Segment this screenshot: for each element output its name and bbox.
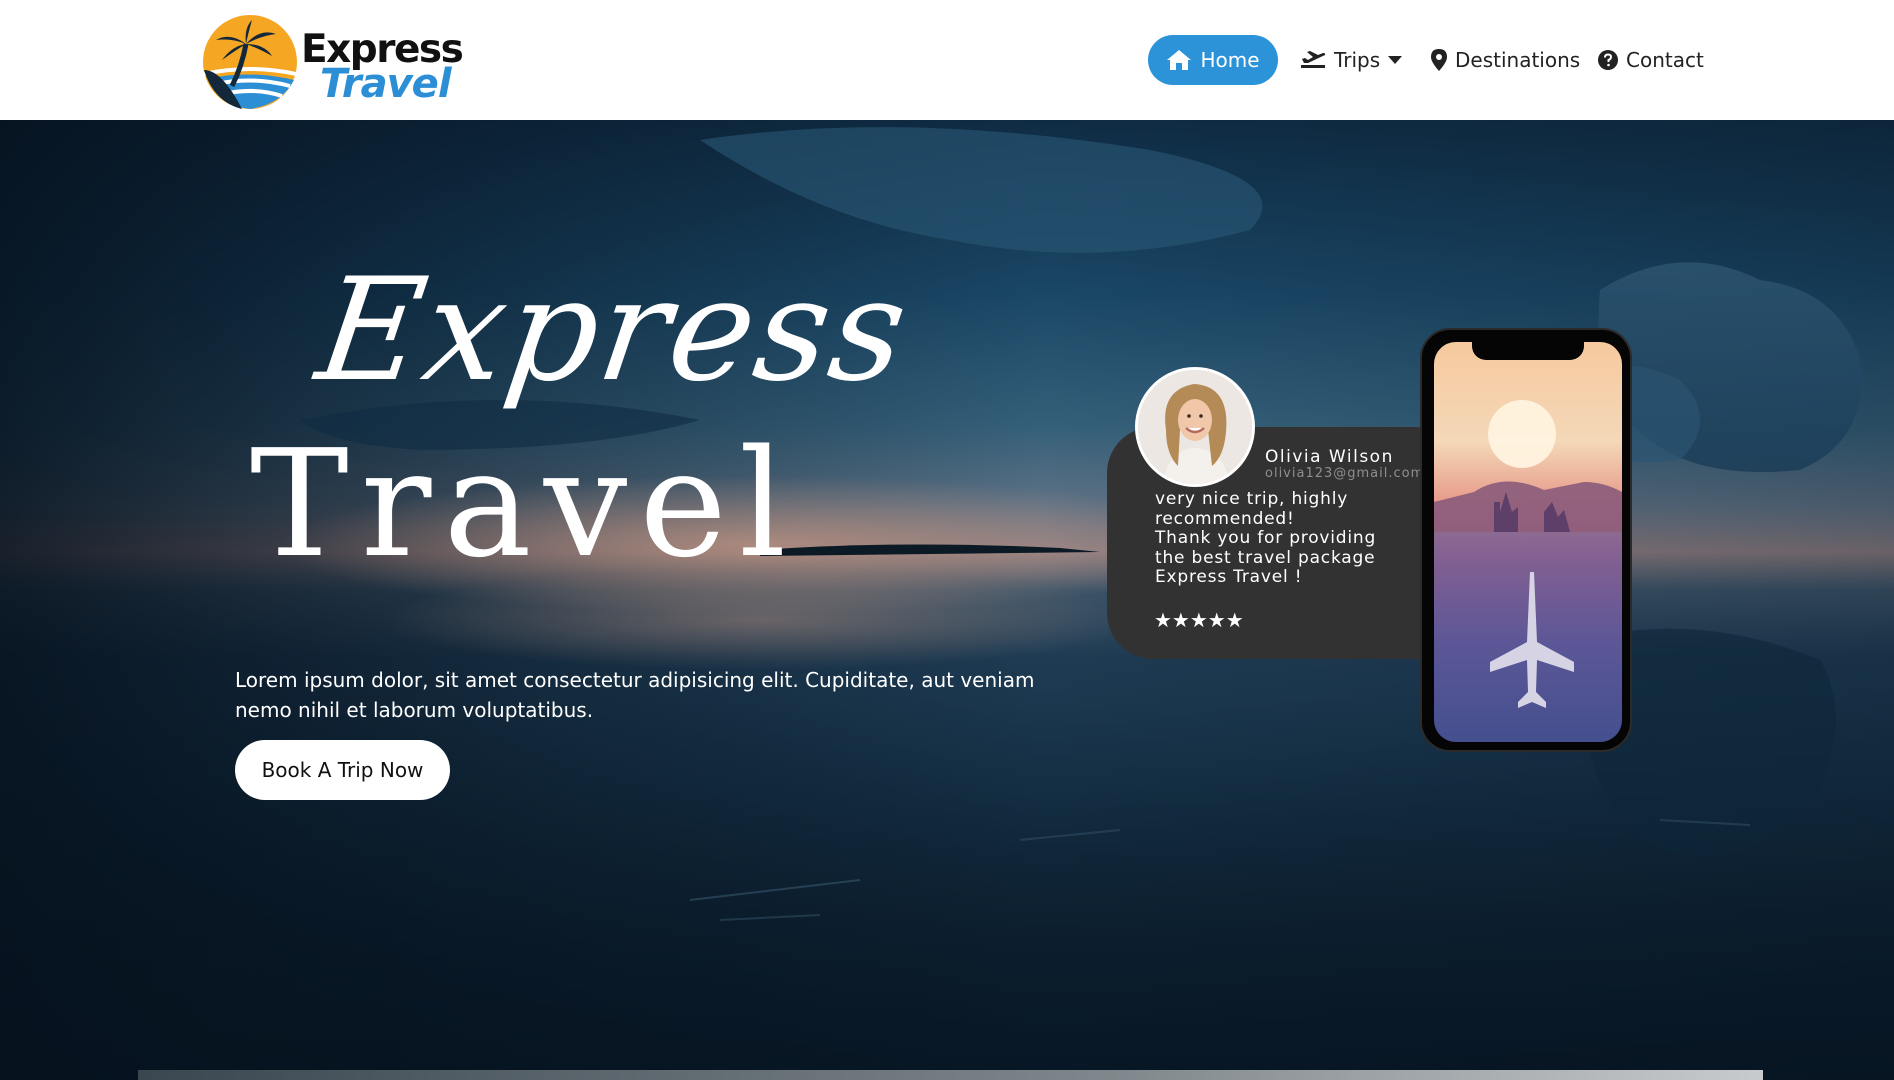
rating-stars: ★★★★★ xyxy=(1154,608,1244,632)
phone-notch xyxy=(1472,338,1584,360)
plane-departure-icon xyxy=(1301,51,1326,68)
hero-section: Express Travel Lorem ipsum dolor, sit am… xyxy=(0,120,1894,1080)
hero-description: Lorem ipsum dolor, sit amet consectetur … xyxy=(235,668,1035,722)
navbar: Express Travel Home Trips Destinations C… xyxy=(0,0,1894,120)
phone-mockup xyxy=(1420,328,1632,752)
caret-down-icon xyxy=(1388,56,1403,64)
question-circle-icon xyxy=(1598,50,1618,70)
reviewer-avatar xyxy=(1135,367,1255,487)
nav-destinations-label: Destinations xyxy=(1455,48,1581,72)
nav-home[interactable]: Home xyxy=(1148,35,1278,85)
hero-title-main: Travel xyxy=(250,418,799,590)
nav-destinations[interactable]: Destinations xyxy=(1431,35,1580,85)
map-marker-icon xyxy=(1431,49,1447,71)
logo-word-travel: Travel xyxy=(320,61,452,107)
sunset-airplane-image xyxy=(1434,342,1622,742)
hero-title: Express Travel xyxy=(230,248,918,600)
logo[interactable]: Express Travel xyxy=(202,14,472,110)
phone-screen xyxy=(1434,342,1622,742)
nav-trips[interactable]: Trips xyxy=(1300,35,1403,85)
hero-title-script: Express xyxy=(308,248,918,413)
book-trip-button[interactable]: Book A Trip Now xyxy=(235,740,450,800)
nav-contact-label: Contact xyxy=(1626,48,1704,72)
review-text: very nice trip, highly recommended! Than… xyxy=(1155,489,1377,587)
palm-beach-logo-icon xyxy=(203,15,297,109)
home-icon xyxy=(1167,50,1192,70)
reviewer-email: olivia123@gmail.com xyxy=(1265,466,1425,481)
section-edge xyxy=(138,1070,1763,1080)
reviewer-photo xyxy=(1138,370,1252,484)
nav-contact[interactable]: Contact xyxy=(1598,35,1704,85)
nav-home-label: Home xyxy=(1200,48,1260,72)
reviewer-name: Olivia Wilson xyxy=(1265,447,1394,467)
nav-trips-label: Trips xyxy=(1334,48,1381,72)
